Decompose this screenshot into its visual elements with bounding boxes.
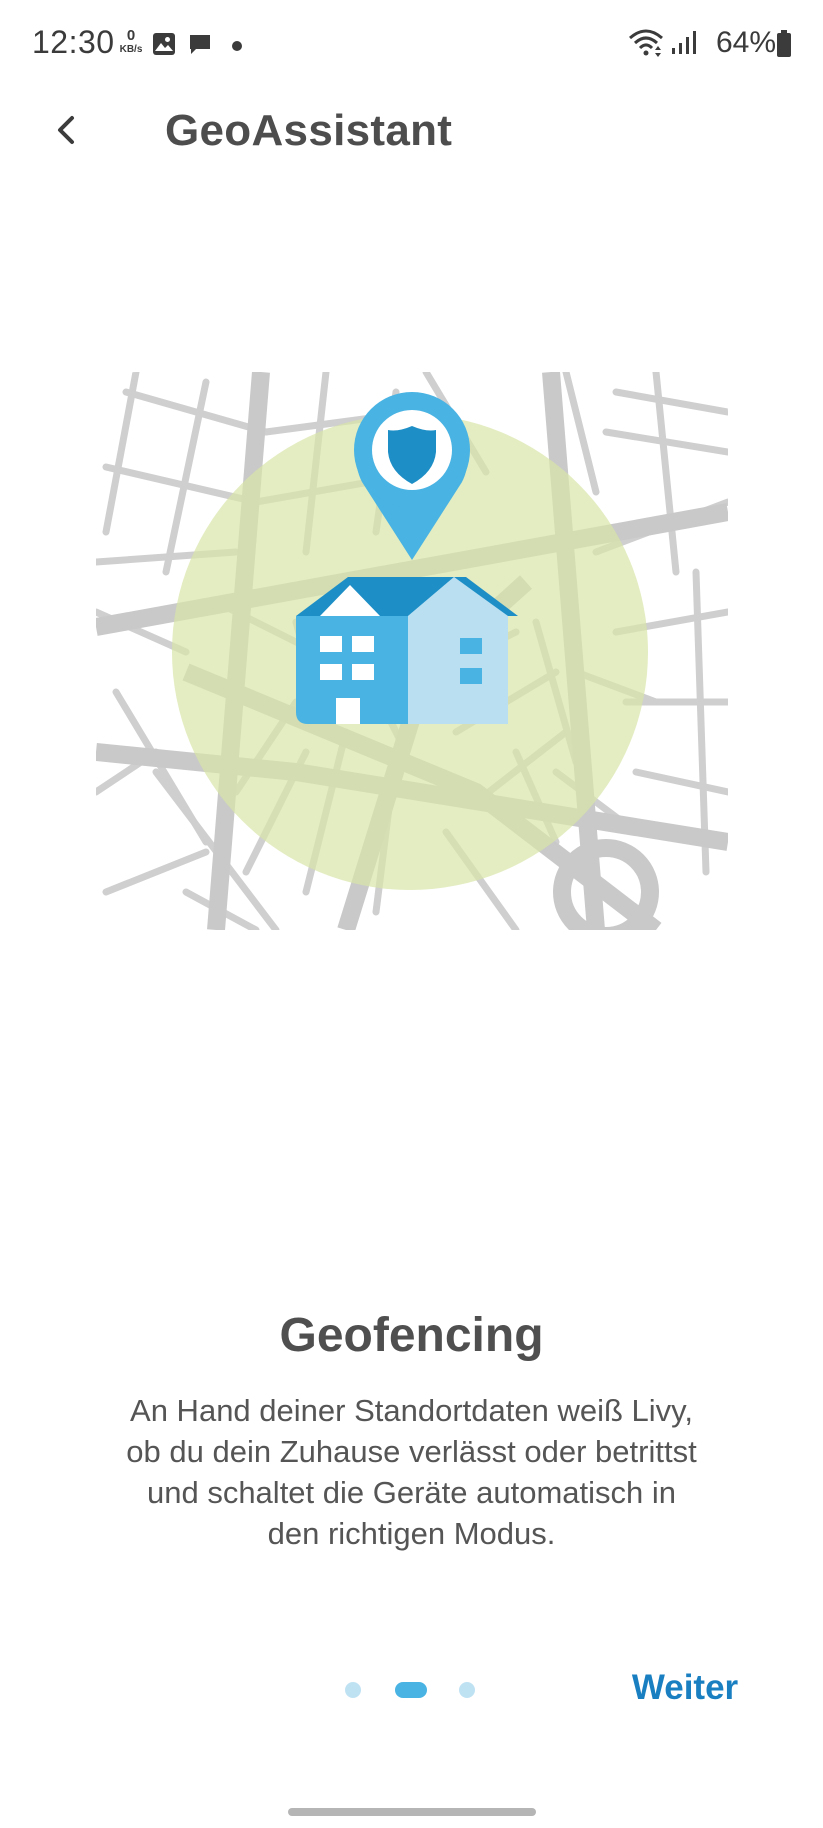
page-title: GeoAssistant bbox=[165, 106, 453, 155]
next-button[interactable]: Weiter bbox=[620, 1668, 750, 1716]
home-indicator[interactable] bbox=[288, 1808, 536, 1816]
notification-dot-icon bbox=[232, 41, 242, 51]
network-speed: 0 KB/s bbox=[116, 28, 146, 55]
network-speed-value: 0 bbox=[126, 27, 136, 44]
image-icon bbox=[152, 32, 176, 61]
onboarding-description: An Hand deiner Standortdaten weiß Livy, … bbox=[126, 1393, 697, 1551]
page-dot-2-active bbox=[395, 1682, 427, 1698]
house-icon bbox=[296, 577, 518, 724]
network-speed-unit: KB/s bbox=[119, 44, 143, 55]
onboarding-headline: Geofencing bbox=[279, 1309, 544, 1362]
status-bar: 12:30 0 KB/s 64% bbox=[0, 0, 823, 90]
map-geofence-house-illustration bbox=[96, 372, 728, 930]
page-indicator bbox=[345, 1682, 477, 1698]
status-time: 12:30 bbox=[32, 24, 115, 60]
message-icon bbox=[188, 32, 212, 61]
page-dot-3 bbox=[459, 1682, 475, 1698]
signal-icon bbox=[670, 30, 698, 61]
page-dot-1 bbox=[345, 1682, 361, 1698]
battery-percent: 64% bbox=[716, 26, 777, 59]
battery-icon bbox=[776, 30, 792, 63]
chevron-left-icon bbox=[58, 116, 74, 144]
back-button[interactable] bbox=[36, 100, 96, 160]
wifi-icon bbox=[628, 28, 664, 63]
